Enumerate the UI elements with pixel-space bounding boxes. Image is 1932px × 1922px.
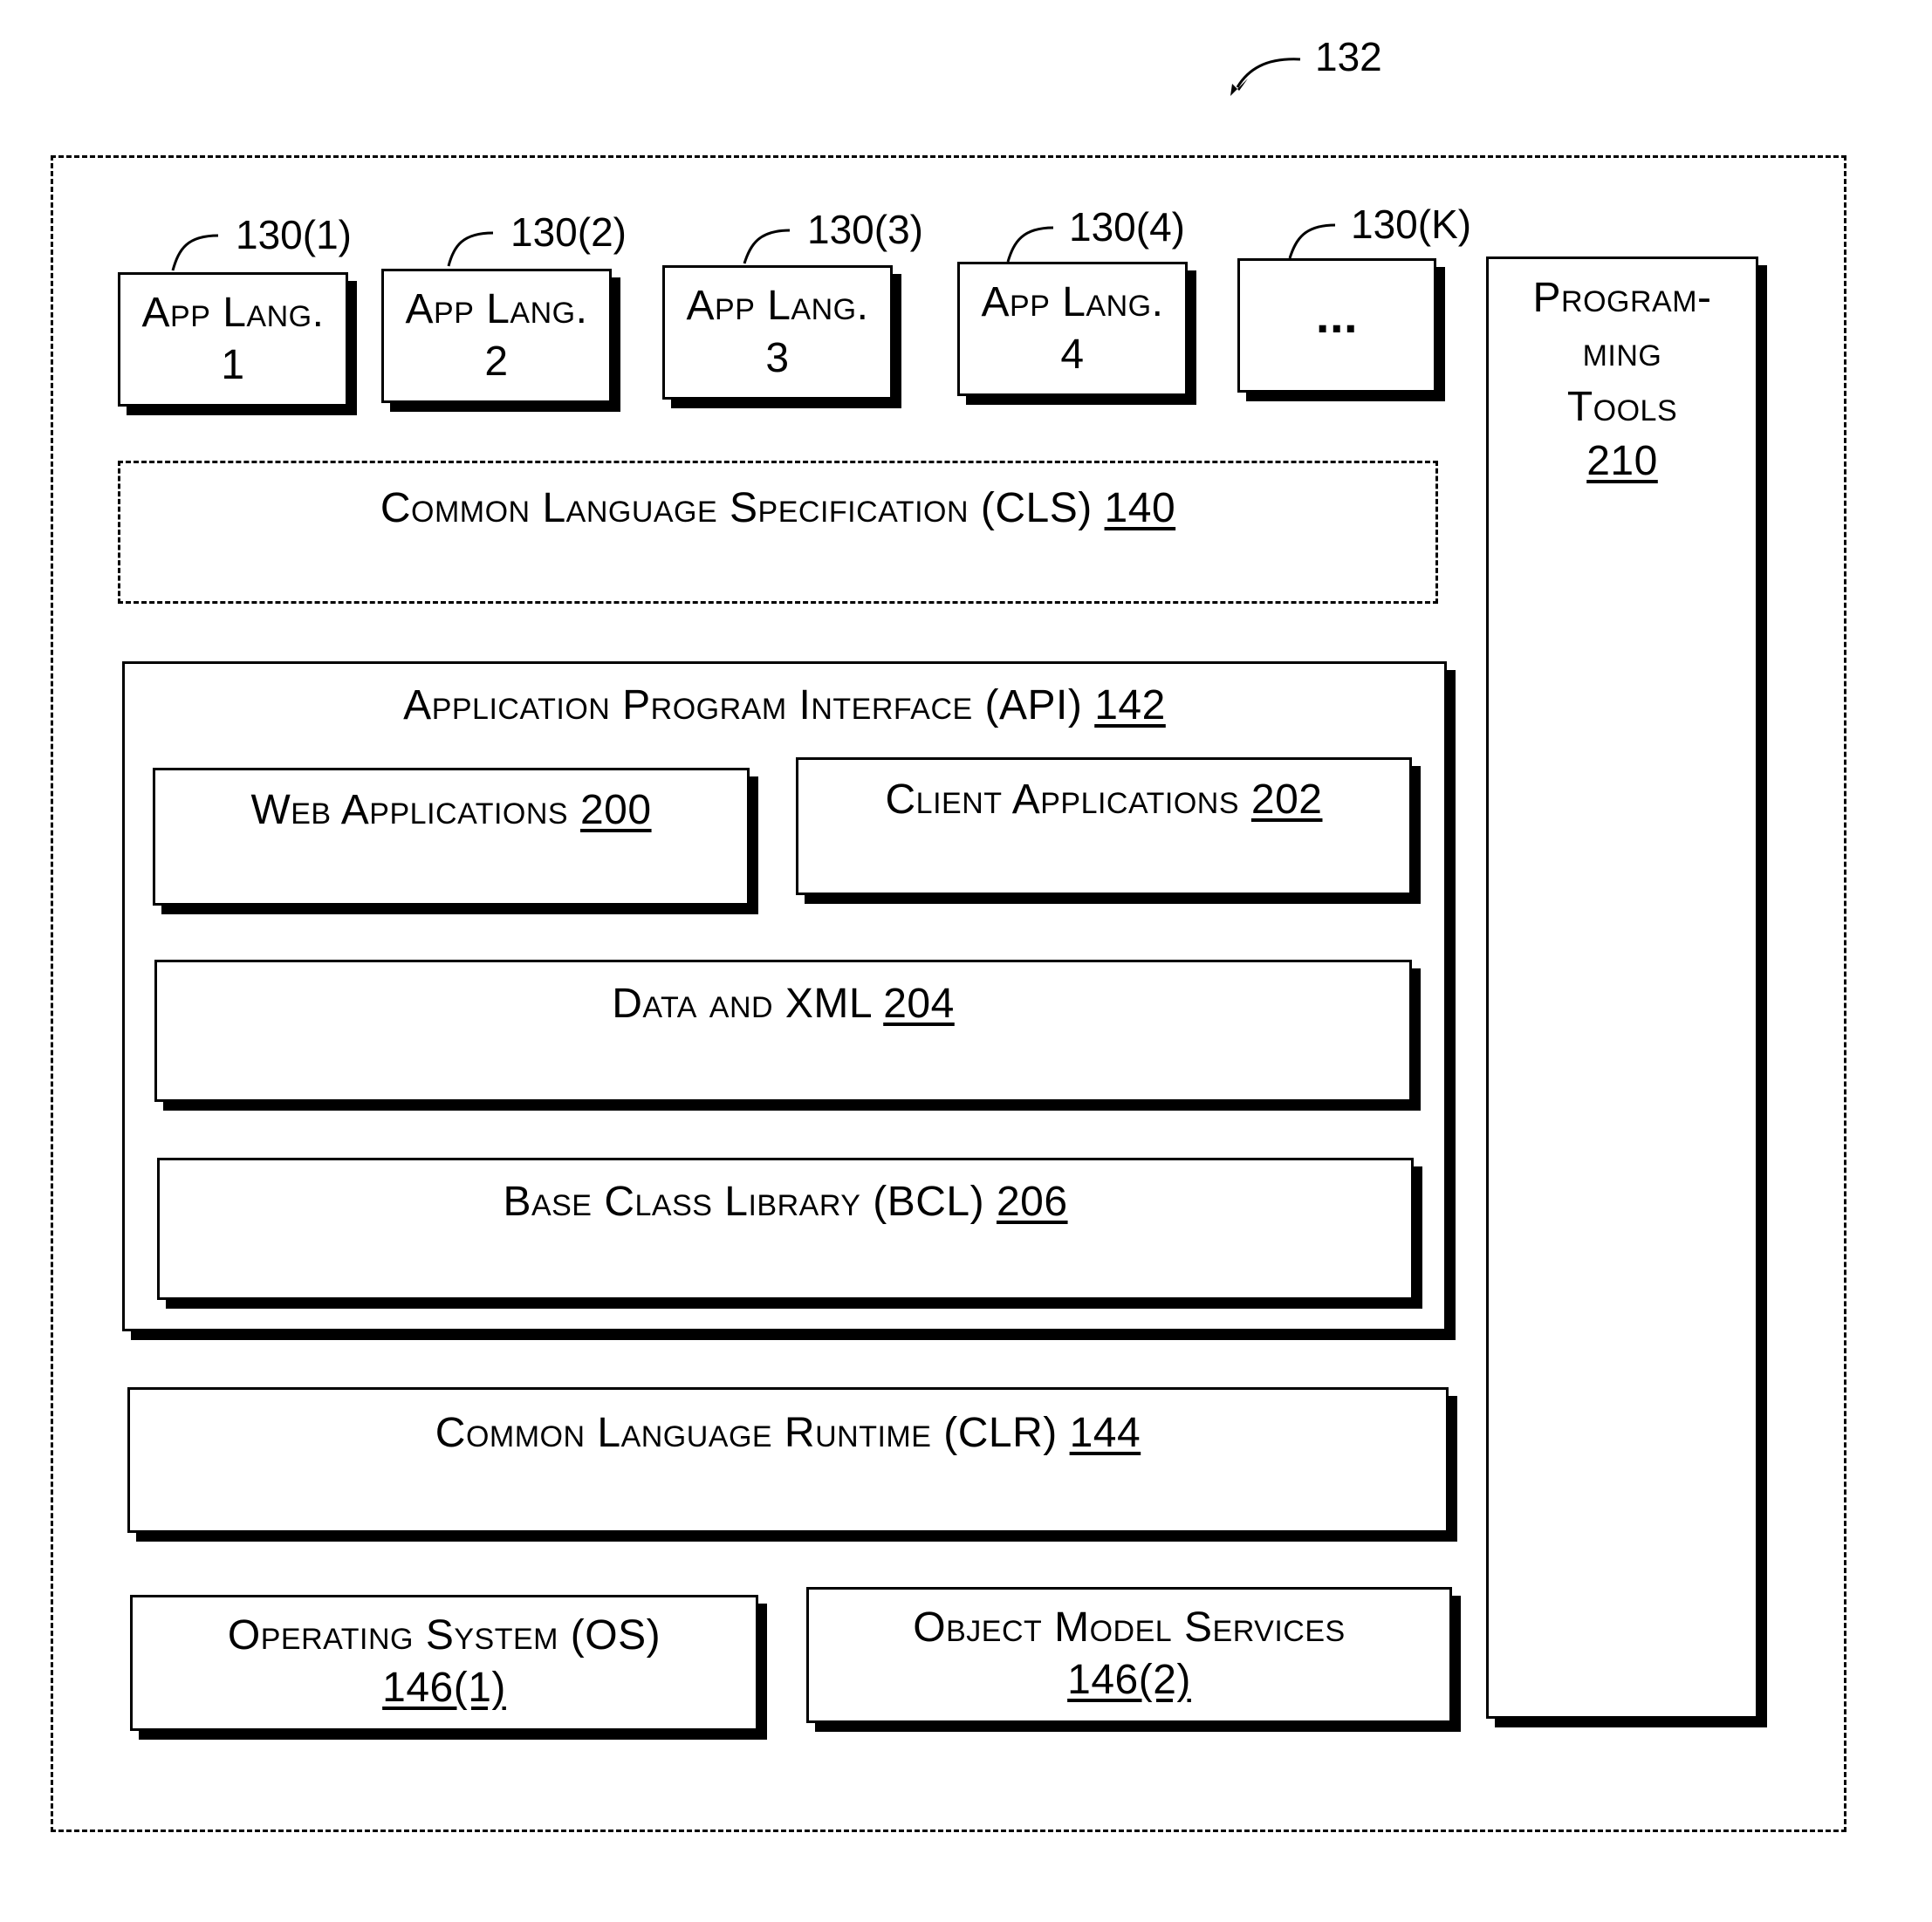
clr-number: 144 — [1069, 1410, 1141, 1456]
app-lang-label: App Lang. — [405, 286, 588, 332]
app-lang-number: 1 — [221, 342, 245, 388]
web-applications-box[interactable]: Web Applications 200 — [153, 768, 750, 906]
bcl-label: Base Class Library (BCL) — [503, 1179, 985, 1225]
programming-tools-box[interactable]: Program- ming Tools 210 — [1486, 256, 1758, 1719]
cls-label: Common Language Specification (CLS) — [380, 485, 1093, 531]
figure-ref-arrow — [1236, 58, 1301, 88]
app-lang-number: 2 — [484, 339, 509, 385]
ellipsis-icon: ... — [1315, 288, 1359, 343]
object-model-services-box[interactable]: Object Model Services 146(2) — [806, 1587, 1452, 1723]
bcl-number: 206 — [996, 1179, 1068, 1225]
clr-label: Common Language Runtime (CLR) — [435, 1410, 1058, 1456]
data-xml-number: 204 — [883, 981, 955, 1027]
data-xml-label: Data and XML — [612, 981, 872, 1027]
client-applications-box[interactable]: Client Applications 202 — [796, 757, 1412, 895]
ref-130-1: 130(1) — [236, 212, 352, 257]
web-applications-label: Web Applications — [250, 787, 569, 833]
object-model-services-number: 146(2) — [1067, 1657, 1191, 1703]
programming-tools-number: 210 — [1586, 438, 1658, 485]
object-model-services-label: Object Model Services — [913, 1604, 1346, 1651]
bcl-box[interactable]: Base Class Library (BCL) 206 — [157, 1158, 1414, 1300]
client-applications-label: Client Applications — [885, 776, 1240, 823]
web-applications-number: 200 — [579, 787, 652, 833]
app-lang-number: 3 — [765, 335, 790, 381]
api-label: Application Program Interface (API) — [403, 682, 1083, 728]
os-number: 146(1) — [382, 1665, 506, 1711]
leader-130-1 — [171, 234, 219, 271]
cls-region[interactable]: Common Language Specification (CLS) 140 — [118, 461, 1438, 604]
programming-tools-label-3: Tools — [1566, 383, 1678, 430]
app-lang-label: App Lang. — [686, 283, 869, 329]
client-applications-number: 202 — [1250, 776, 1323, 823]
app-lang-4-box[interactable]: App Lang. 4 — [957, 262, 1188, 396]
os-label: Operating System (OS) — [227, 1612, 661, 1659]
app-lang-k-box[interactable]: ... — [1237, 258, 1436, 393]
app-lang-number: 4 — [1060, 332, 1085, 378]
leader-130-3 — [743, 229, 791, 264]
arrowhead-icon — [1230, 79, 1248, 96]
ref-130-2: 130(2) — [510, 209, 627, 255]
os-box[interactable]: Operating System (OS) 146(1) — [130, 1595, 758, 1731]
app-lang-label: App Lang. — [981, 279, 1164, 325]
data-xml-box[interactable]: Data and XML 204 — [154, 960, 1412, 1102]
app-lang-1-box[interactable]: App Lang. 1 — [118, 272, 348, 407]
leader-130-2 — [447, 231, 494, 267]
leader-130-k — [1288, 223, 1336, 259]
app-lang-label: App Lang. — [141, 290, 325, 336]
programming-tools-label-1: Program- — [1532, 275, 1712, 321]
cls-number: 140 — [1104, 485, 1176, 531]
clr-box[interactable]: Common Language Runtime (CLR) 144 — [127, 1387, 1449, 1533]
app-lang-2-box[interactable]: App Lang. 2 — [381, 269, 612, 403]
programming-tools-label-2: ming — [1582, 329, 1662, 376]
leader-130-4 — [1006, 226, 1054, 263]
ref-130-4: 130(4) — [1069, 204, 1185, 250]
api-number: 142 — [1094, 682, 1166, 728]
ref-130-3: 130(3) — [807, 207, 923, 252]
app-lang-3-box[interactable]: App Lang. 3 — [662, 265, 893, 400]
ref-130-k: 130(K) — [1351, 202, 1472, 247]
